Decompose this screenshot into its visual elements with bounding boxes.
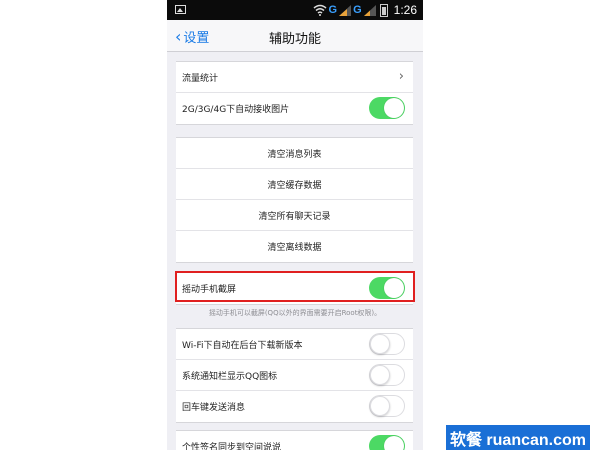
row-label: 2G/3G/4G下自动接收图片 bbox=[182, 105, 290, 115]
row-signature-sync: 个性签名同步到空间说说 bbox=[176, 431, 413, 450]
row-label: Wi-Fi下自动在后台下载新版本 bbox=[182, 341, 303, 351]
signal-icon-2 bbox=[363, 4, 376, 16]
row-wifi-auto-download: Wi-Fi下自动在后台下载新版本 bbox=[176, 329, 413, 360]
row-traffic-stats[interactable]: 流量统计 › bbox=[176, 62, 413, 93]
chevron-right-icon: › bbox=[398, 69, 404, 84]
toggle-enter-send[interactable] bbox=[369, 395, 405, 417]
shake-hint-text: 摇动手机可以截屏(QQ以外的界面需要开启Root权限)。 bbox=[208, 309, 382, 317]
row-clear-chat-history[interactable]: 清空所有聊天记录 bbox=[176, 200, 413, 231]
row-label: 回车键发送消息 bbox=[182, 403, 246, 413]
battery-icon bbox=[379, 3, 388, 17]
row-auto-receive-images: 2G/3G/4G下自动接收图片 bbox=[176, 93, 413, 124]
row-label: 个性签名同步到空间说说 bbox=[182, 443, 282, 450]
row-label: 清空离线数据 bbox=[267, 243, 322, 253]
row-enter-send: 回车键发送消息 bbox=[176, 391, 413, 422]
toggle-signature-sync[interactable] bbox=[369, 435, 405, 450]
toggle-knob bbox=[384, 98, 404, 118]
toggle-wifi-auto-download[interactable] bbox=[369, 333, 405, 355]
network-type-2: G bbox=[353, 4, 362, 16]
status-time: 1:26 bbox=[393, 3, 417, 17]
toggle-knob bbox=[370, 334, 390, 354]
status-icons: G G 1:26 bbox=[313, 2, 417, 18]
toggle-knob bbox=[370, 365, 390, 385]
settings-group-data: 流量统计 › 2G/3G/4G下自动接收图片 bbox=[176, 61, 413, 125]
page-title: 辅助功能 bbox=[268, 32, 321, 47]
row-label: 清空消息列表 bbox=[267, 150, 322, 160]
signal-icon-1 bbox=[339, 4, 352, 16]
toggle-knob bbox=[384, 436, 404, 450]
row-label: 清空所有聊天记录 bbox=[258, 212, 331, 222]
settings-group-signature: 个性签名同步到空间说说 bbox=[176, 430, 413, 450]
row-label: 清空缓存数据 bbox=[267, 181, 322, 191]
wifi-icon bbox=[313, 4, 326, 16]
row-clear-cache[interactable]: 清空缓存数据 bbox=[176, 169, 413, 200]
image-notification-icon bbox=[175, 5, 186, 14]
row-clear-offline-data[interactable]: 清空离线数据 bbox=[176, 231, 413, 262]
highlight-box bbox=[175, 271, 415, 302]
toggle-knob bbox=[370, 396, 390, 416]
watermark-logo: 软餐 ruancan.com bbox=[446, 425, 590, 450]
row-label: 流量统计 bbox=[182, 74, 219, 84]
toggle-auto-receive-images[interactable] bbox=[369, 97, 405, 119]
network-type-1: G bbox=[328, 4, 338, 16]
row-label: 系统通知栏显示QQ图标 bbox=[182, 372, 278, 382]
navigation-bar: ‹ 设置 辅助功能 bbox=[167, 20, 423, 52]
row-notification-qq-icon: 系统通知栏显示QQ图标 bbox=[176, 360, 413, 391]
status-bar: G G 1:26 bbox=[167, 0, 423, 20]
settings-group-clear: 清空消息列表 清空缓存数据 清空所有聊天记录 清空离线数据 bbox=[176, 137, 413, 263]
row-clear-message-list[interactable]: 清空消息列表 bbox=[176, 138, 413, 169]
settings-group-misc: Wi-Fi下自动在后台下载新版本 系统通知栏显示QQ图标 回车键发送消息 bbox=[176, 328, 413, 423]
toggle-notification-qq-icon[interactable] bbox=[369, 364, 405, 386]
phone-screen: G G 1:26 ‹ 设置 辅助功能 流量统计 › 2G/3G/4G下自动接收图… bbox=[167, 0, 423, 450]
